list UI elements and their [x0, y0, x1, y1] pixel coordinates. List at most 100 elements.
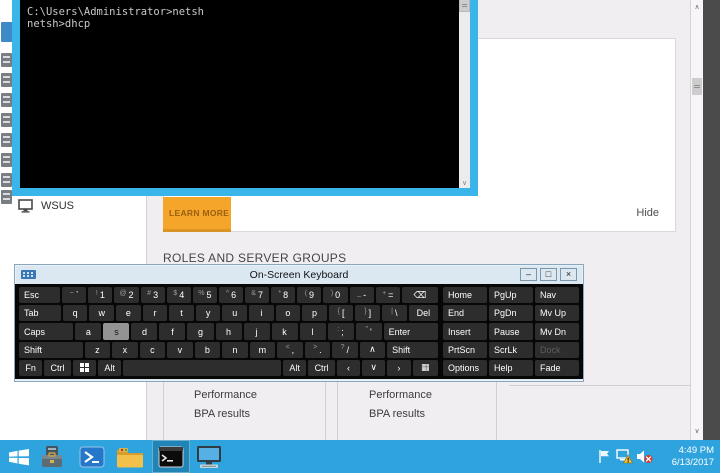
osk-key--[interactable]: |\: [382, 305, 407, 321]
osk-key-t[interactable]: t: [169, 305, 194, 321]
action-center-flag-icon[interactable]: [594, 448, 614, 466]
osk-key-8[interactable]: *8: [271, 287, 295, 303]
sidebar-strip-item[interactable]: [1, 53, 12, 67]
osk-key--[interactable]: <,: [277, 342, 303, 358]
osk-key-pause[interactable]: Pause: [489, 323, 533, 339]
osk-key-help[interactable]: Help: [489, 360, 533, 376]
sidebar-strip-item[interactable]: [1, 190, 12, 204]
osk-key-a[interactable]: a: [75, 323, 101, 339]
osk-key--[interactable]: +=: [376, 287, 400, 303]
osk-key-o[interactable]: o: [276, 305, 301, 321]
osk-key-mv-up[interactable]: Mv Up: [535, 305, 579, 321]
osk-key-b[interactable]: b: [195, 342, 221, 358]
tile-link-bpa-results[interactable]: BPA results: [369, 405, 496, 424]
osk-key-k[interactable]: k: [272, 323, 298, 339]
osk-key-p[interactable]: p: [302, 305, 327, 321]
volume-muted-icon[interactable]: [634, 448, 654, 466]
sidebar-strip-item[interactable]: [1, 73, 12, 87]
osk-key--[interactable]: ~`: [62, 287, 86, 303]
osk-key-space[interactable]: [123, 360, 281, 376]
osk-key-ctrl-right[interactable]: Ctrl: [308, 360, 335, 376]
scroll-up-arrow[interactable]: ∧: [691, 3, 703, 11]
osk-key-ctrl-left[interactable]: Ctrl: [44, 360, 71, 376]
osk-key-e[interactable]: e: [116, 305, 141, 321]
network-status-icon[interactable]: [614, 448, 634, 466]
osk-key-nav[interactable]: Nav: [535, 287, 579, 303]
console-scroll-down-arrow[interactable]: ∨: [459, 179, 470, 187]
taskbar-file-explorer[interactable]: [111, 440, 149, 473]
osk-key-caps[interactable]: Caps: [19, 323, 73, 339]
osk-key-arrow-down[interactable]: ∨: [362, 360, 385, 376]
close-button[interactable]: ×: [560, 268, 577, 281]
osk-key-s[interactable]: s: [103, 323, 129, 339]
tile-link-performance[interactable]: Performance: [369, 386, 496, 405]
window-scrollbar[interactable]: ∧ ∨: [690, 0, 703, 440]
osk-key-pgdn[interactable]: PgDn: [489, 305, 533, 321]
osk-key-shift-left[interactable]: Shift: [19, 342, 83, 358]
learn-more-button[interactable]: LEARN MORE: [163, 197, 231, 232]
osk-key--[interactable]: :;: [328, 323, 354, 339]
osk-key-arrow-up[interactable]: ∧: [360, 342, 386, 358]
osk-key-dock[interactable]: Dock: [535, 342, 579, 358]
osk-key-z[interactable]: z: [85, 342, 111, 358]
osk-key-scrlk[interactable]: ScrLk: [489, 342, 533, 358]
osk-key-osk-settings[interactable]: ▦: [413, 360, 439, 376]
taskbar-powershell[interactable]: [73, 440, 111, 473]
scroll-down-arrow[interactable]: ∨: [691, 427, 703, 435]
osk-key-7[interactable]: &7: [245, 287, 269, 303]
osk-titlebar[interactable]: On-Screen Keyboard – □ ×: [15, 265, 583, 284]
osk-key-0[interactable]: )0: [323, 287, 347, 303]
hide-link[interactable]: Hide: [636, 207, 659, 219]
osk-key-alt-left[interactable]: Alt: [98, 360, 121, 376]
tile-link-bpa-results[interactable]: BPA results: [194, 405, 325, 424]
osk-key-j[interactable]: j: [244, 323, 270, 339]
osk-key-m[interactable]: m: [250, 342, 276, 358]
osk-key-arrow-left[interactable]: ‹: [337, 360, 360, 376]
osk-key-fn[interactable]: Fn: [19, 360, 42, 376]
osk-key--[interactable]: "': [356, 323, 382, 339]
sidebar-strip-item[interactable]: [1, 93, 12, 107]
osk-key-end[interactable]: End: [443, 305, 487, 321]
osk-key-insert[interactable]: Insert: [443, 323, 487, 339]
osk-key-mv-dn[interactable]: Mv Dn: [535, 323, 579, 339]
sidebar-strip-item[interactable]: [1, 153, 12, 167]
sidebar-strip-item[interactable]: [1, 113, 12, 127]
osk-key-i[interactable]: i: [249, 305, 274, 321]
osk-key-h[interactable]: h: [216, 323, 242, 339]
osk-key-q[interactable]: q: [63, 305, 88, 321]
osk-key--[interactable]: }]: [355, 305, 380, 321]
osk-key-9[interactable]: (9: [297, 287, 321, 303]
sidebar-strip-item[interactable]: [1, 173, 12, 187]
osk-key-prtscn[interactable]: PrtScn: [443, 342, 487, 358]
osk-key-home[interactable]: Home: [443, 287, 487, 303]
taskbar-command-prompt[interactable]: [152, 440, 190, 473]
osk-key-f[interactable]: f: [159, 323, 185, 339]
osk-key-r[interactable]: r: [143, 305, 168, 321]
osk-key-w[interactable]: w: [89, 305, 114, 321]
console-scrollbar[interactable]: ∨: [459, 0, 470, 188]
maximize-button[interactable]: □: [540, 268, 557, 281]
osk-key-options[interactable]: Options: [443, 360, 487, 376]
taskbar-server-manager[interactable]: [33, 440, 71, 473]
minimize-button[interactable]: –: [520, 268, 537, 281]
osk-key-d[interactable]: d: [131, 323, 157, 339]
osk-key-l[interactable]: l: [300, 323, 326, 339]
osk-key-backspace[interactable]: ⌫: [402, 287, 438, 303]
osk-key-3[interactable]: #3: [141, 287, 165, 303]
osk-key-4[interactable]: $4: [167, 287, 191, 303]
osk-key-arrow-right[interactable]: ›: [387, 360, 410, 376]
osk-key-alt-right[interactable]: Alt: [283, 360, 306, 376]
osk-key-y[interactable]: y: [196, 305, 221, 321]
osk-key-shift-right[interactable]: Shift: [387, 342, 438, 358]
taskbar-remote-desktop[interactable]: [190, 440, 228, 473]
osk-key-v[interactable]: v: [167, 342, 193, 358]
osk-key-win[interactable]: [73, 360, 96, 376]
osk-key-esc[interactable]: Esc: [19, 287, 60, 303]
osk-key-fade[interactable]: Fade: [535, 360, 579, 376]
osk-key-pgup[interactable]: PgUp: [489, 287, 533, 303]
osk-key--[interactable]: {[: [329, 305, 354, 321]
osk-key--[interactable]: >.: [305, 342, 331, 358]
tile-link-performance[interactable]: Performance: [194, 386, 325, 405]
osk-key-u[interactable]: u: [222, 305, 247, 321]
osk-key--[interactable]: ?/: [332, 342, 358, 358]
